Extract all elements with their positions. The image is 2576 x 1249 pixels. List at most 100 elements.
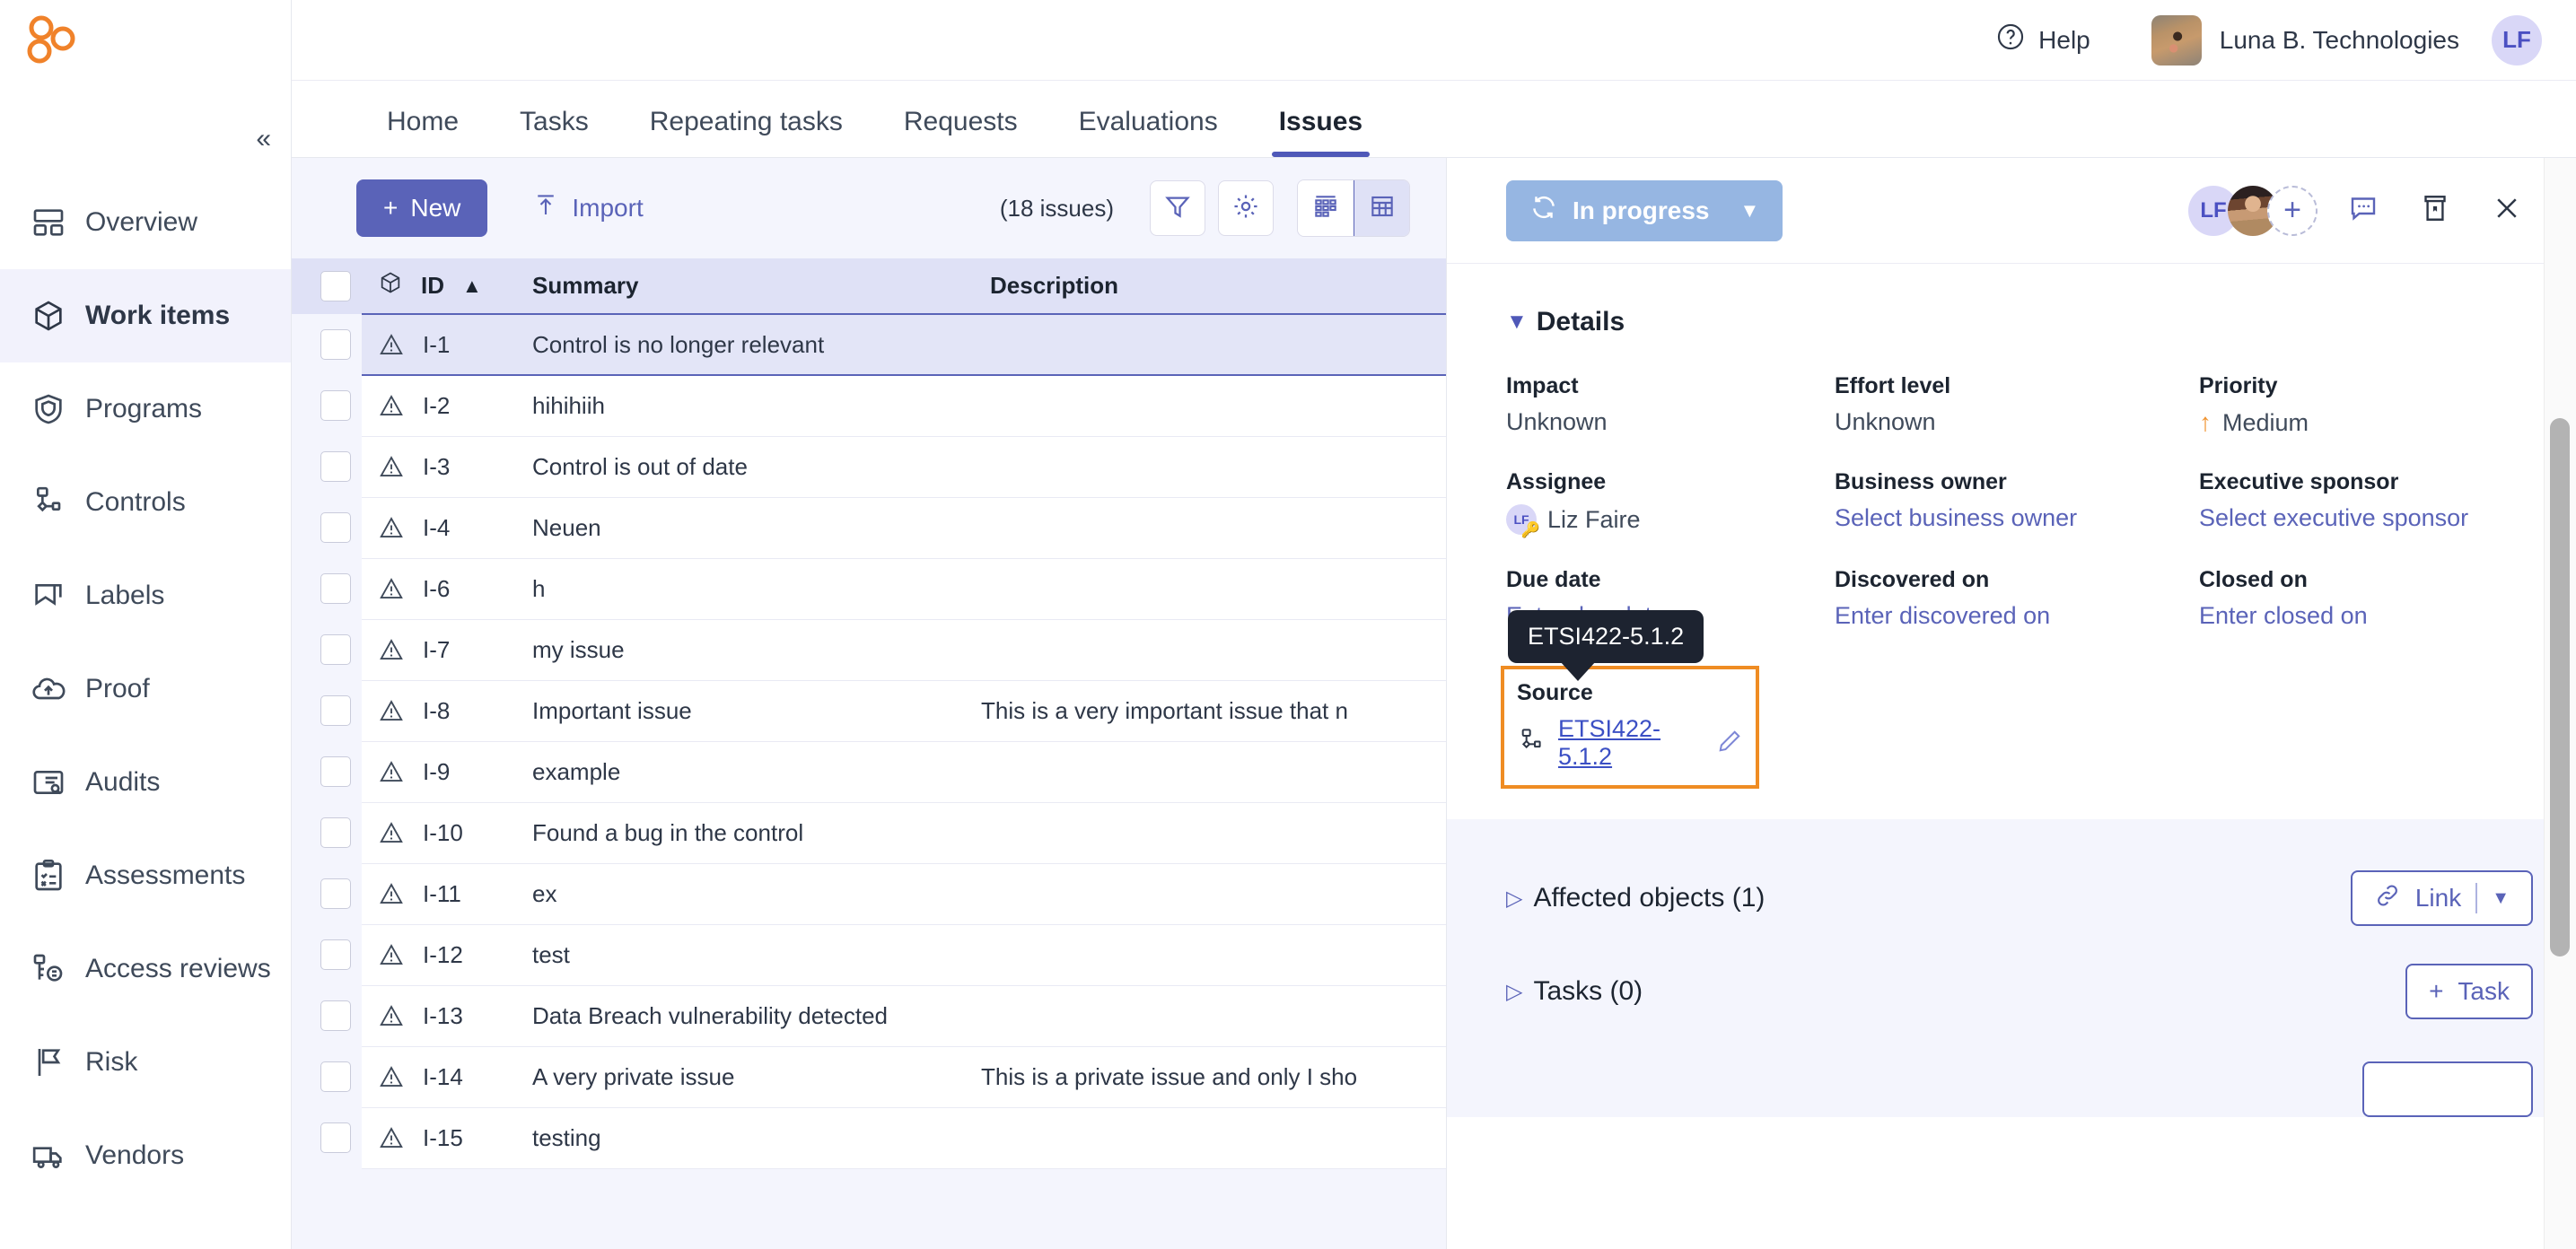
table-row[interactable]: I-3 Control is out of date xyxy=(292,435,1446,498)
tab-tasks[interactable]: Tasks xyxy=(489,107,619,157)
tab-evaluations[interactable]: Evaluations xyxy=(1048,107,1249,157)
sidebar-item-audits[interactable]: Audits xyxy=(0,736,291,829)
field-value[interactable]: Unknown xyxy=(1835,408,2199,436)
import-button[interactable]: Import xyxy=(532,192,644,225)
add-person-icon[interactable]: + xyxy=(2267,185,2318,236)
row-checkbox[interactable] xyxy=(320,1000,351,1031)
tab-repeating-tasks[interactable]: Repeating tasks xyxy=(619,107,873,157)
comment-button[interactable] xyxy=(2337,185,2389,237)
sidebar-item-assessments[interactable]: Assessments xyxy=(0,829,291,922)
row-checkbox[interactable] xyxy=(320,390,351,421)
field-value[interactable]: Select executive sponsor xyxy=(2199,504,2517,532)
field-executive-sponsor: Executive sponsor Select executive spons… xyxy=(2199,469,2517,535)
scrollbar-thumb[interactable] xyxy=(2550,418,2570,956)
card-view-button[interactable] xyxy=(1298,180,1354,236)
status-dropdown[interactable]: In progress ▼ xyxy=(1506,179,1783,241)
help-label: Help xyxy=(2038,25,2090,54)
three-circles-logo[interactable] xyxy=(25,14,79,66)
details-section-toggle[interactable]: ▼ Details xyxy=(1447,307,2576,337)
sidebar-collapse-button[interactable]: « xyxy=(256,126,271,153)
field-value[interactable]: Enter discovered on xyxy=(1835,602,2199,630)
add-task-button[interactable]: + Task xyxy=(2405,964,2533,1019)
organization-switcher[interactable]: Luna B. Technologies xyxy=(2151,14,2459,66)
row-checkbox[interactable] xyxy=(320,1122,351,1153)
sidebar-item-labels[interactable]: Labels xyxy=(0,549,291,642)
close-button[interactable] xyxy=(2481,185,2533,237)
partial-button[interactable] xyxy=(2362,1061,2533,1117)
new-button[interactable]: + New xyxy=(356,179,488,237)
sidebar-item-work-items[interactable]: Work items xyxy=(0,269,291,362)
issues-count: (18 issues) xyxy=(999,194,1114,222)
table-row[interactable]: I-10 Found a bug in the control xyxy=(292,801,1446,864)
tab-home[interactable]: Home xyxy=(356,107,489,157)
user-avatar[interactable]: LF xyxy=(2492,14,2542,66)
table-row[interactable]: I-13 Data Breach vulnerability detected xyxy=(292,984,1446,1047)
row-checkbox[interactable] xyxy=(320,939,351,970)
sidebar-item-overview[interactable]: Overview xyxy=(0,176,291,269)
accordion-toggle[interactable]: ▷ Affected objects (1) xyxy=(1506,883,1765,913)
row-description xyxy=(981,801,1446,864)
table-row[interactable]: I-6 h xyxy=(292,557,1446,620)
table-row[interactable]: I-9 example xyxy=(292,740,1446,803)
sidebar-item-risk[interactable]: Risk xyxy=(0,1016,291,1109)
column-description[interactable]: Description xyxy=(981,258,1446,314)
tab-requests[interactable]: Requests xyxy=(873,107,1048,157)
column-id[interactable]: ID ▲ xyxy=(362,258,532,314)
sidebar-item-programs[interactable]: Programs xyxy=(0,362,291,456)
table-row[interactable]: I-4 Neuen xyxy=(292,496,1446,559)
chevron-down-icon[interactable]: ▼ xyxy=(2492,888,2510,909)
field-label: Business owner xyxy=(1835,469,2007,494)
table-row[interactable]: I-8 Important issue This is a very impor… xyxy=(292,679,1446,742)
archive-button[interactable] xyxy=(2409,185,2461,237)
sidebar-item-controls[interactable]: Controls xyxy=(0,456,291,549)
settings-button[interactable] xyxy=(1218,180,1274,236)
select-all-checkbox[interactable] xyxy=(320,271,351,301)
source-value-row: ETSI422-5.1.2 xyxy=(1517,715,1743,771)
row-checkbox[interactable] xyxy=(320,329,351,360)
row-checkbox[interactable] xyxy=(320,695,351,726)
table-row[interactable]: I-14 A very private issue This is a priv… xyxy=(292,1045,1446,1108)
accordion-toggle[interactable]: ▷ Tasks (0) xyxy=(1506,976,1643,1007)
row-checkbox[interactable] xyxy=(320,634,351,665)
table-row[interactable]: I-7 my issue xyxy=(292,618,1446,681)
tab-issues[interactable]: Issues xyxy=(1249,107,1393,157)
sidebar-item-proof[interactable]: Proof xyxy=(0,642,291,736)
row-id: I-8 xyxy=(423,696,451,724)
row-id-cell: I-10 xyxy=(362,801,532,864)
shield-icon xyxy=(30,390,67,428)
row-checkbox[interactable] xyxy=(320,512,351,543)
field-value-wrap[interactable]: ↑ Medium xyxy=(2199,408,2517,437)
link-button[interactable]: Link ▼ xyxy=(2350,870,2533,926)
row-checkbox[interactable] xyxy=(320,573,351,604)
table-row[interactable]: I-1 Control is no longer relevant xyxy=(292,313,1446,376)
row-id: I-10 xyxy=(423,818,463,846)
source-label: Source xyxy=(1517,680,1593,705)
field-value-wrap[interactable]: LF 🔑 Liz Faire xyxy=(1506,504,1835,538)
row-checkbox[interactable] xyxy=(320,878,351,909)
table-row[interactable]: I-12 test xyxy=(292,923,1446,986)
field-value[interactable]: Select business owner xyxy=(1835,504,2199,532)
table-row[interactable]: I-15 testing xyxy=(292,1106,1446,1169)
row-id-cell: I-1 xyxy=(362,313,532,376)
row-checkbox[interactable] xyxy=(320,451,351,482)
field-value[interactable]: Unknown xyxy=(1506,408,1835,436)
row-select-cell xyxy=(292,1107,362,1168)
row-checkbox[interactable] xyxy=(320,1061,351,1092)
column-summary[interactable]: Summary xyxy=(532,258,981,314)
pencil-icon[interactable] xyxy=(1716,728,1743,759)
field-value[interactable]: Enter closed on xyxy=(2199,602,2517,630)
help-button[interactable]: Help xyxy=(1995,22,2090,58)
row-id-cell: I-9 xyxy=(362,740,532,803)
row-summary: Found a bug in the control xyxy=(532,801,981,864)
table-row[interactable]: I-2 hihihiih xyxy=(292,374,1446,437)
sidebar-item-access-reviews[interactable]: Access reviews xyxy=(0,922,291,1016)
sidebar-item-vendors[interactable]: Vendors xyxy=(0,1109,291,1202)
source-link[interactable]: ETSI422-5.1.2 xyxy=(1558,715,1704,771)
row-checkbox[interactable] xyxy=(320,756,351,787)
table-row[interactable]: I-11 ex xyxy=(292,862,1446,925)
detail-header: In progress ▼ LF + xyxy=(1447,158,2576,264)
filter-button[interactable] xyxy=(1150,180,1205,236)
table-view-button[interactable] xyxy=(1354,180,1409,236)
row-checkbox[interactable] xyxy=(320,817,351,848)
chevron-right-icon: ▷ xyxy=(1506,979,1523,1004)
